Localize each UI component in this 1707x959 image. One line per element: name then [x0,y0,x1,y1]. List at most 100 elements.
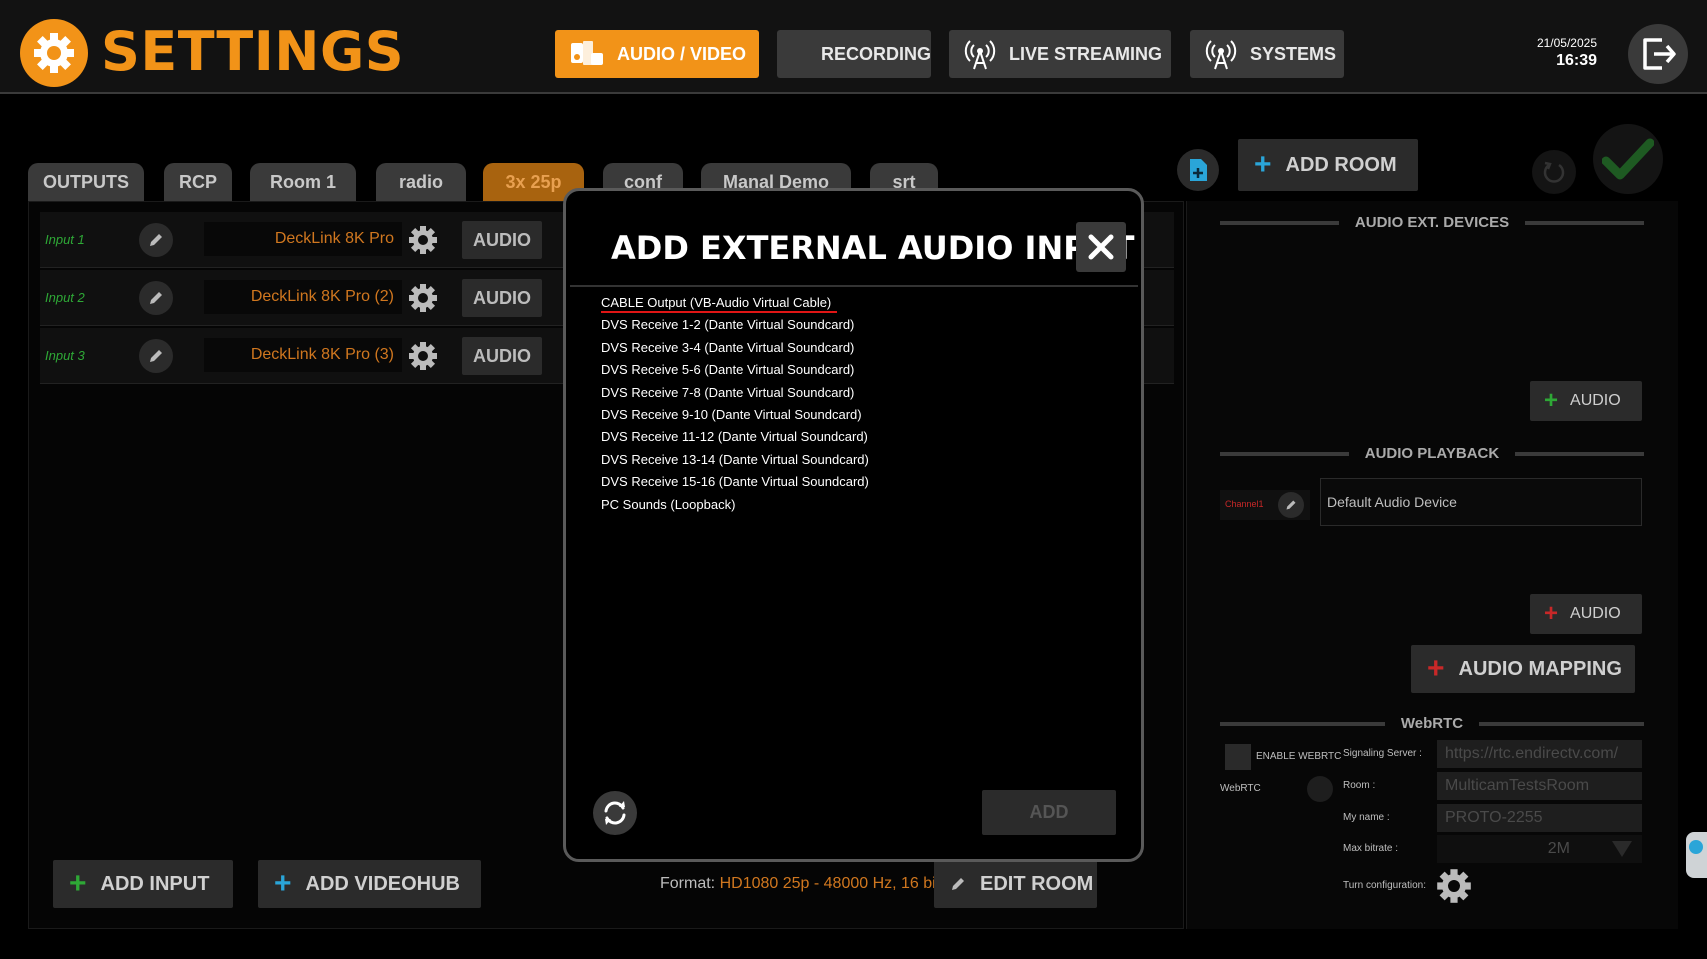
device-item[interactable]: DVS Receive 5-6 (Dante Virtual Soundcard… [601,359,869,381]
room-label: Room : [1343,780,1376,791]
pencil-icon [952,878,964,890]
audio-mapping-button[interactable]: + AUDIO MAPPING [1411,645,1635,693]
add-button[interactable]: ADD [982,790,1116,835]
add-input-button[interactable]: + ADD INPUT [53,860,233,908]
plus-icon: + [1544,387,1559,414]
format-info: Format: HD1080 25p - 48000 Hz, 16 bit [660,875,940,893]
undo-button[interactable] [1532,150,1576,194]
turn-config-button[interactable] [1435,867,1473,905]
divider [570,285,1138,287]
nav-recording[interactable]: RECORDING [777,30,931,78]
enable-webrtc-checkbox[interactable] [1225,744,1251,770]
time: 16:39 [1556,52,1597,69]
tab-rcp[interactable]: RCP [164,163,232,201]
my-name-label: My name : [1343,812,1390,823]
edit-input-button[interactable] [139,223,173,257]
input-source[interactable]: DeckLink 8K Pro (2) [204,280,402,314]
source-settings-button[interactable] [406,223,440,257]
dialog-title: ADD EXTERNAL AUDIO INPUT [611,229,1135,267]
remove-audio-playback-button[interactable]: + AUDIO [1530,594,1642,634]
max-bitrate-select[interactable]: 2M [1437,835,1642,863]
format-label: Format: [660,875,716,892]
playback-device-select[interactable]: Default Audio Device [1320,478,1642,526]
enable-webrtc-label: ENABLE WEBRTC [1256,751,1342,762]
device-item[interactable]: DVS Receive 1-2 (Dante Virtual Soundcard… [601,314,869,336]
new-document-button[interactable] [1177,149,1219,191]
plus-icon: + [1427,652,1445,685]
add-audio-device-button[interactable]: + AUDIO [1530,381,1642,421]
gear-icon [409,226,437,254]
room-input[interactable]: MulticamTestsRoom [1437,772,1642,800]
max-bitrate-value: 2M [1547,840,1570,857]
add-videohub-button[interactable]: + ADD VIDEOHUB [258,860,481,908]
input-audio-button[interactable]: AUDIO [462,221,542,259]
device-item[interactable]: DVS Receive 9-10 (Dante Virtual Soundcar… [601,404,869,426]
nav-systems-label: SYSTEMS [1250,43,1337,64]
device-item[interactable]: DVS Receive 13-14 (Dante Virtual Soundca… [601,449,869,471]
remove-audio-playback-label: AUDIO [1570,605,1621,622]
input-audio-button[interactable]: AUDIO [462,337,542,375]
nav-live-streaming[interactable]: LIVE STREAMING [949,30,1171,78]
tab-room-1[interactable]: Room 1 [250,163,356,201]
signaling-server-input[interactable]: https://rtc.endirectv.com/ [1437,740,1642,768]
pencil-icon [150,292,162,304]
device-item[interactable]: PC Sounds (Loopback) [601,494,869,516]
channel-chip[interactable]: Channel1 [1220,490,1310,520]
input-label: Input 1 [45,232,85,247]
signaling-server-label: Signaling Server : [1343,748,1422,759]
input-audio-button[interactable]: AUDIO [462,279,542,317]
my-name-input[interactable]: PROTO-2255 [1437,804,1642,832]
audio-video-icon [571,41,603,65]
tab-radio[interactable]: radio [376,163,466,201]
webrtc-status-indicator [1307,776,1333,802]
gear-icon [1437,869,1471,903]
edit-room-label: EDIT ROOM [980,872,1094,895]
max-bitrate-label: Max bitrate : [1343,843,1399,854]
nav-audio-video[interactable]: AUDIO / VIDEO [555,30,759,78]
input-source[interactable]: DeckLink 8K Pro [204,222,402,256]
close-button[interactable] [1076,222,1126,272]
plus-icon: + [274,867,292,900]
checkmark-icon [1602,138,1654,180]
audio-mapping-label: AUDIO MAPPING [1458,657,1622,680]
edit-input-button[interactable] [139,339,173,373]
input-label: Input 3 [45,348,85,363]
device-item[interactable]: CABLE Output (VB-Audio Virtual Cable) [601,292,869,314]
gear-icon [409,342,437,370]
source-settings-button[interactable] [406,339,440,373]
input-label: Input 2 [45,290,85,305]
audio-ext-devices-title: AUDIO EXT. DEVICES [1354,214,1510,231]
side-drawer-handle[interactable] [1686,832,1707,878]
device-item[interactable]: DVS Receive 15-16 (Dante Virtual Soundca… [601,471,869,493]
webrtc-header: WebRTC [1220,715,1645,732]
turn-config-label: Turn configuration: [1343,880,1427,891]
antenna-icon [1205,40,1237,70]
confirm-button[interactable] [1593,124,1663,194]
device-item[interactable]: DVS Receive 3-4 (Dante Virtual Soundcard… [601,337,869,359]
nav-audio-video-label: AUDIO / VIDEO [617,43,747,64]
refresh-button[interactable] [593,791,637,835]
tab-outputs[interactable]: OUTPUTS [28,163,144,201]
device-item[interactable]: DVS Receive 11-12 (Dante Virtual Soundca… [601,426,869,448]
edit-room-button[interactable]: EDIT ROOM [934,860,1097,908]
edit-input-button[interactable] [139,281,173,315]
plus-icon: + [1544,600,1559,627]
channel-label: Channel1 [1225,499,1264,509]
device-item[interactable]: DVS Receive 7-8 (Dante Virtual Soundcard… [601,382,869,404]
source-settings-button[interactable] [406,281,440,315]
logout-button[interactable] [1628,24,1688,84]
edit-channel-button[interactable] [1278,492,1304,518]
nav-systems[interactable]: SYSTEMS [1190,30,1344,78]
device-list: CABLE Output (VB-Audio Virtual Cable) DV… [601,292,869,516]
nav-recording-label: RECORDING [821,43,932,64]
add-external-audio-input-dialog: ADD EXTERNAL AUDIO INPUT CABLE Output (V… [563,188,1144,862]
logout-icon [1643,38,1676,70]
add-room-button[interactable]: + ADD ROOM [1238,139,1418,191]
add-audio-device-label: AUDIO [1570,392,1621,409]
date-time: 21/05/2025 16:39 [1537,36,1597,70]
webrtc-title: WebRTC [1400,715,1464,732]
chat-icon [1689,840,1703,854]
webrtc-status-label: WebRTC [1220,783,1261,794]
input-source[interactable]: DeckLink 8K Pro (3) [204,338,402,372]
settings-gear-icon [20,19,88,87]
